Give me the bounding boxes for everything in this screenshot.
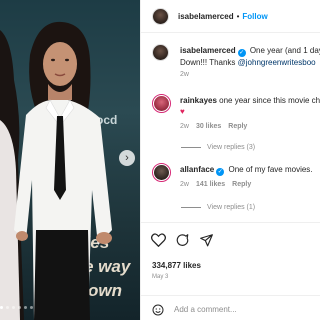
verified-badge-icon: ✓ [216, 168, 225, 176]
carousel-dot [18, 306, 21, 309]
carousel-dot [30, 306, 33, 309]
comment-meta: 2w 141 likes Reply [180, 181, 258, 188]
carousel-dot [12, 306, 15, 309]
view-replies-button[interactable]: View replies (3) [181, 144, 255, 151]
next-arrow-icon[interactable]: › [119, 150, 135, 166]
comment-input[interactable] [174, 305, 314, 314]
view-replies-label: View replies (3) [207, 144, 256, 151]
carousel-dots [0, 306, 33, 309]
caption-line-2: Down!!! Thanks [180, 58, 238, 67]
post-header: isabelamerced • Follow [141, 0, 320, 33]
caption-avatar[interactable] [152, 44, 169, 61]
caption-timestamp: 2w [180, 71, 189, 78]
caption-mention[interactable]: @johngreenwritesboo [238, 58, 316, 67]
heart-emoji-icon: ♥ [180, 107, 185, 116]
comment-likes[interactable]: 141 likes [196, 181, 225, 188]
comment-age: 2w [180, 123, 189, 130]
caption-line-1: One year (and 1 day) [249, 46, 320, 55]
post-actions: 334,877 likes May 3 [141, 222, 320, 320]
comment-avatar[interactable] [152, 94, 171, 113]
carousel-dot [24, 306, 27, 309]
carousel-dot [0, 306, 3, 309]
replies-divider [181, 147, 201, 148]
follow-separator: • [236, 11, 240, 21]
comment-meta: 2w 30 likes Reply [180, 123, 254, 130]
view-replies-button[interactable]: View replies (1) [181, 204, 255, 211]
comment-age: 2w [180, 181, 189, 188]
comment-text: allanface ✓ One of my fave movies. [180, 164, 320, 176]
action-icons [151, 233, 214, 247]
post-date: May 3 [152, 274, 169, 280]
post-sidebar: isabelamerced • Follow isabelamerced ✓ On… [140, 0, 320, 320]
comment-text: rainkayes one year since this movie ch ♥ [180, 95, 320, 117]
comment-body: One of my fave movies. [228, 165, 313, 174]
backdrop-text-3: own [88, 281, 122, 300]
reply-button[interactable]: Reply [232, 181, 251, 188]
comments-list[interactable]: isabelamerced ✓ One year (and 1 day) Down… [141, 34, 320, 220]
avatar[interactable] [152, 7, 169, 25]
backdrop-text-2: e way [84, 257, 132, 276]
reply-button[interactable]: Reply [228, 123, 247, 130]
carousel-dot [6, 306, 9, 309]
emoji-icon[interactable] [152, 304, 164, 316]
heart-icon[interactable] [151, 233, 166, 247]
replies-divider [181, 207, 201, 208]
share-icon[interactable] [199, 233, 214, 247]
likes-count[interactable]: 334,877 likes [152, 261, 201, 270]
follow-button[interactable]: Follow [242, 12, 267, 21]
verified-badge-icon: ✓ [237, 49, 246, 57]
header-username[interactable]: isabelamerced [178, 12, 234, 21]
comment-likes[interactable]: 30 likes [196, 123, 221, 130]
comment-icon[interactable] [175, 233, 190, 247]
view-replies-label: View replies (1) [207, 204, 256, 211]
comment-username[interactable]: allanface [180, 165, 214, 174]
comment-body: one year since this movie ch [219, 96, 320, 105]
caption-text: isabelamerced ✓ One year (and 1 day) Down… [180, 45, 320, 80]
add-comment-bar [141, 295, 320, 320]
comment-username[interactable]: rainkayes [180, 96, 217, 105]
caption-username[interactable]: isabelamerced [180, 46, 236, 55]
post-media[interactable]: ocd tles e way own › [0, 0, 140, 320]
comment-avatar[interactable] [152, 163, 171, 182]
